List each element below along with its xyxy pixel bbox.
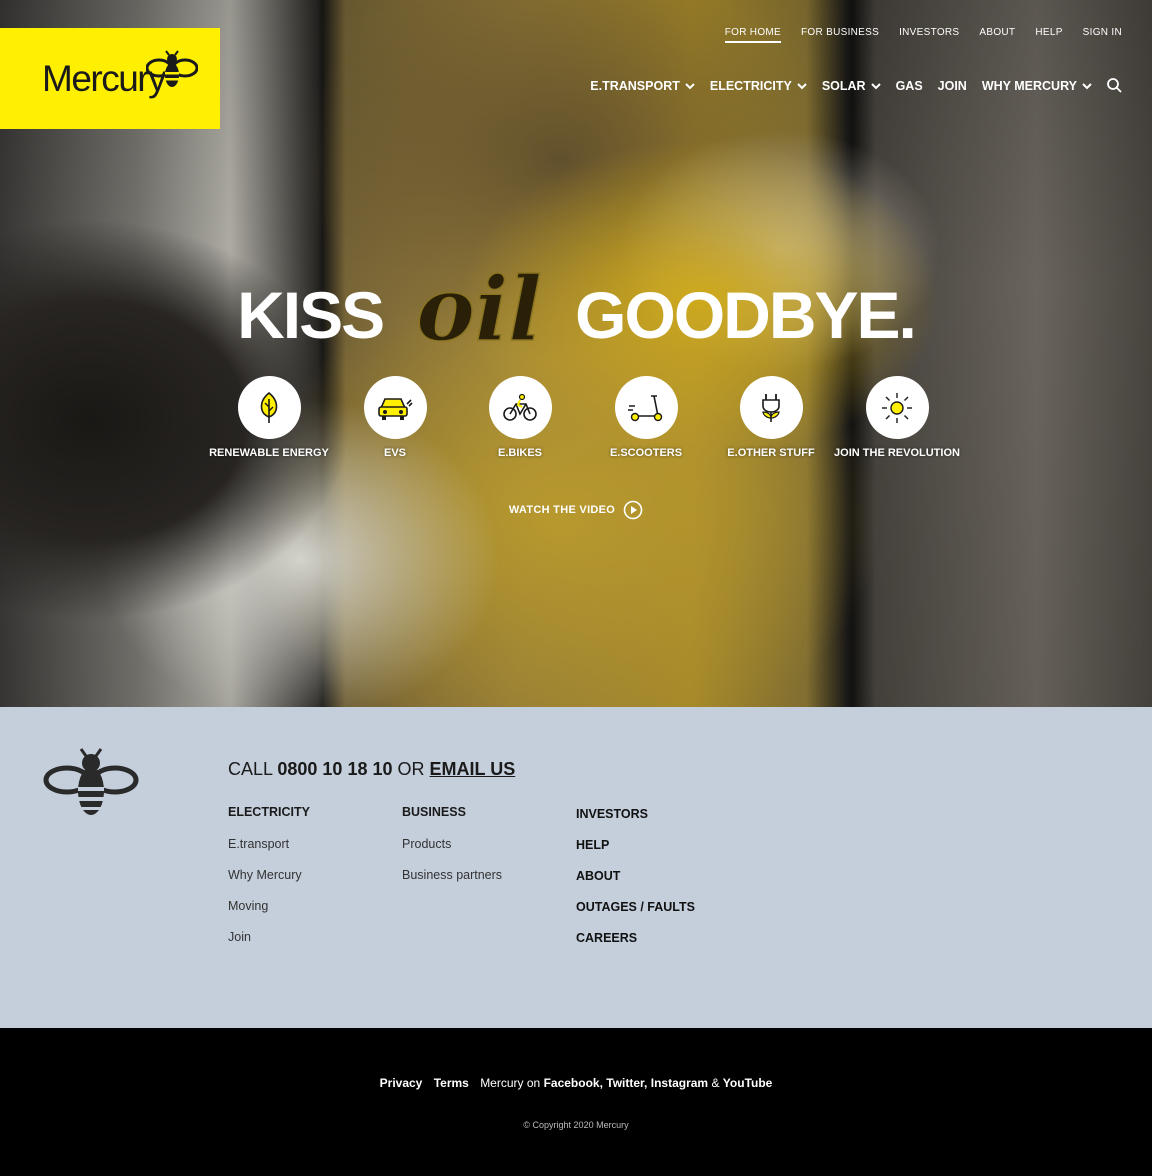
headline-oil-text: oil [416, 270, 542, 360]
icon-label: E.SCOOTERS [609, 447, 683, 459]
phone-number[interactable]: 0800 10 18 10 [277, 759, 392, 779]
e-scooters-link[interactable]: E.SCOOTERS [576, 376, 716, 459]
e-bikes-link[interactable]: E.BIKES [450, 376, 590, 459]
icon-circle [614, 376, 678, 439]
topnav-help[interactable]: HELP [1035, 27, 1062, 43]
mainnav-solar[interactable]: SOLAR [822, 79, 881, 93]
mainnav-electricity[interactable]: ELECTRICITY [710, 79, 807, 93]
site-footer: CALL 0800 10 18 10 OR EMAIL US ELECTRICI… [0, 707, 1152, 1028]
icon-circle [488, 376, 552, 439]
chevron-down-icon [1082, 82, 1092, 89]
mercury-on-text: Mercury on [480, 1076, 541, 1090]
footer-link-investors[interactable]: INVESTORS [576, 807, 695, 821]
copyright: © Copyright 2020 Mercury [523, 1120, 629, 1130]
bottom-bar: Privacy Terms Mercury on Facebook, Twitt… [0, 1028, 1152, 1176]
footer-link-careers[interactable]: CAREERS [576, 931, 695, 945]
email-us-link[interactable]: EMAIL US [430, 759, 516, 779]
leaf-icon [260, 391, 278, 423]
contact-line: CALL 0800 10 18 10 OR EMAIL US [228, 759, 515, 780]
footer-col-electricity: ELECTRICITY E.transport Why Mercury Movi… [228, 805, 310, 961]
mercury-logo[interactable]: Mercury [0, 28, 220, 129]
icon-circle [739, 376, 803, 439]
icon-circle [363, 376, 427, 439]
main-navigation: E.TRANSPORT ELECTRICITY SOLAR GAS JOIN W… [590, 78, 1122, 93]
footer-link-about[interactable]: ABOUT [576, 869, 695, 883]
watch-video-label: WATCH THE VIDEO [508, 504, 616, 516]
evs-link[interactable]: EVS [325, 376, 465, 459]
privacy-link[interactable]: Privacy [380, 1076, 423, 1090]
icon-label: RENEWABLE ENERGY [209, 447, 329, 459]
watch-video-button[interactable]: WATCH THE VIDEO [0, 500, 1152, 520]
bee-logo-icon [146, 50, 198, 87]
footer-link-help[interactable]: HELP [576, 838, 695, 852]
mainnav-gas[interactable]: GAS [896, 79, 923, 93]
headline-kiss: KISS [237, 278, 385, 352]
icon-label: JOIN THE REVOLUTION [834, 447, 960, 459]
footer-heading-electricity[interactable]: ELECTRICITY [228, 805, 310, 819]
terms-link[interactable]: Terms [434, 1076, 469, 1090]
footer-link-e-transport[interactable]: E.transport [228, 837, 310, 851]
search-icon[interactable] [1107, 78, 1122, 93]
mainnav-label: ELECTRICITY [709, 78, 792, 93]
footer-link-join[interactable]: Join [228, 930, 310, 944]
play-icon [623, 500, 643, 520]
mainnav-e-transport[interactable]: E.TRANSPORT [590, 79, 695, 93]
twitter-link[interactable]: Twitter, [606, 1076, 647, 1090]
footer-link-outages-faults[interactable]: OUTAGES / FAULTS [576, 900, 695, 914]
top-navigation: FOR HOME FOR BUSINESS INVESTORS ABOUT HE… [724, 27, 1122, 43]
footer-heading-business[interactable]: BUSINESS [402, 805, 502, 819]
bike-icon [503, 393, 537, 421]
mainnav-label: SOLAR [821, 78, 866, 93]
mainnav-label: E.TRANSPORT [590, 78, 680, 93]
sun-icon [882, 392, 912, 423]
topnav-for-home[interactable]: FOR HOME [724, 27, 782, 43]
footer-col-company: INVESTORS HELP ABOUT OUTAGES / FAULTS CA… [576, 807, 695, 962]
plug-icon [762, 393, 780, 422]
footer-link-products[interactable]: Products [402, 837, 502, 851]
topnav-investors[interactable]: INVESTORS [899, 27, 959, 43]
facebook-link[interactable]: Facebook, [544, 1076, 603, 1090]
icon-circle [865, 376, 929, 439]
scooter-icon [628, 394, 663, 421]
icon-label: E.OTHER STUFF [727, 447, 815, 459]
mainnav-label: WHY MERCURY [981, 78, 1077, 93]
ampersand: & [711, 1076, 720, 1090]
bee-icon [43, 748, 139, 815]
instagram-link[interactable]: Instagram [651, 1076, 708, 1090]
footer-link-business-partners[interactable]: Business partners [402, 868, 502, 882]
mainnav-join[interactable]: JOIN [938, 79, 967, 93]
chevron-down-icon [797, 82, 807, 89]
chevron-down-icon [870, 82, 881, 89]
mainnav-why-mercury[interactable]: WHY MERCURY [982, 79, 1092, 93]
legal-social-links: Privacy Terms Mercury on Facebook, Twitt… [0, 1076, 1152, 1090]
car-icon [378, 397, 413, 420]
youtube-link[interactable]: YouTube [723, 1076, 773, 1090]
e-other-stuff-link[interactable]: E.OTHER STUFF [701, 376, 841, 459]
call-or: OR [397, 759, 425, 779]
mainnav-label: GAS [895, 78, 923, 93]
hero-section: Mercury FOR HOME FOR BUSINESS INVESTORS … [0, 0, 1152, 707]
topnav-about[interactable]: ABOUT [979, 27, 1015, 43]
call-prefix: CALL [228, 759, 273, 779]
hero-headline: KISS oil GOODBYE. [0, 270, 1152, 360]
footer-link-moving[interactable]: Moving [228, 899, 310, 913]
footer-link-why-mercury[interactable]: Why Mercury [228, 868, 310, 882]
mainnav-label: JOIN [937, 78, 967, 93]
topnav-sign-in[interactable]: SIGN IN [1083, 27, 1122, 43]
oil-script-graphic: oil [416, 270, 543, 360]
headline-goodbye: GOODBYE. [575, 278, 917, 352]
renewable-energy-link[interactable]: RENEWABLE ENERGY [199, 376, 339, 459]
icon-label: EVS [383, 447, 406, 459]
chevron-down-icon [685, 82, 695, 89]
join-the-revolution-link[interactable]: JOIN THE REVOLUTION [827, 376, 967, 459]
icon-label: E.BIKES [497, 447, 542, 459]
footer-col-business: BUSINESS Products Business partners [402, 805, 502, 899]
icon-circle [237, 376, 301, 439]
topnav-for-business[interactable]: FOR BUSINESS [801, 27, 879, 43]
